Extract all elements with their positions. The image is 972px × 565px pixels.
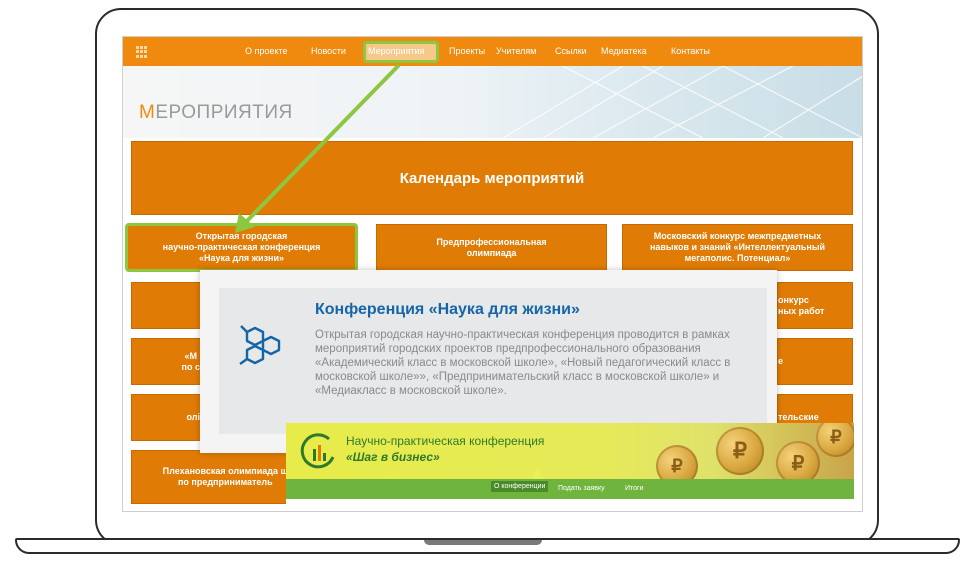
ruble-coin-icon: ₽ (816, 423, 854, 457)
laptop-notch (424, 540, 542, 545)
biz-header: Научно-практическая конференция «Шаг в б… (286, 423, 854, 487)
card-description: Открытая городская научно-практическая к… (315, 329, 731, 398)
biz-subtitle: Научно-практическая конференция (346, 434, 545, 448)
biz-bottom-strip (286, 499, 854, 511)
hexagon-molecule-icon (239, 325, 281, 365)
card-title: Конференция «Наука для жизни» (315, 301, 580, 318)
browser-screen: О проекте Новости Мероприятия Проекты Уч… (122, 36, 863, 512)
business-conference-banner: Научно-практическая конференция «Шаг в б… (286, 423, 854, 511)
biz-navigation: О конференции Подать заявку Итоги (286, 479, 854, 499)
ruble-coin-icon: ₽ (716, 427, 764, 475)
nav-pointer (531, 469, 543, 479)
biz-title: «Шаг в бизнес» (346, 450, 440, 464)
biz-nav-about[interactable]: О конференции (491, 481, 549, 492)
card-inner: Конференция «Наука для жизни» Открытая г… (219, 288, 767, 434)
biz-nav-apply[interactable]: Подать заявку (558, 485, 605, 492)
growth-chart-logo-icon (300, 433, 335, 469)
biz-nav-results[interactable]: Итоги (625, 485, 644, 492)
